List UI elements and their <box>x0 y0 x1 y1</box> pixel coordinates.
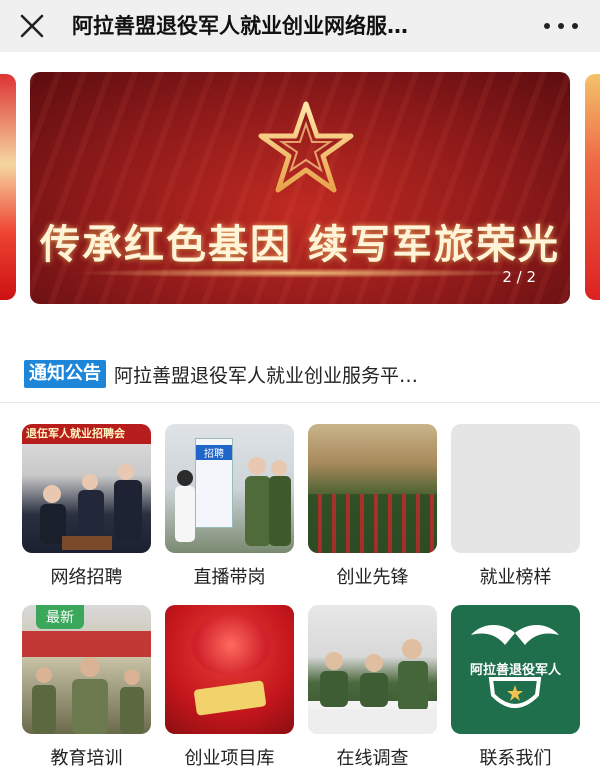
grid-item-label: 直播带岗 <box>193 567 266 588</box>
page-title: 阿拉善盟退役军人就业创业网络服… <box>72 14 408 38</box>
banner-slide[interactable]: 传承红色基因 续写军旅荣光 2 / 2 <box>30 72 570 304</box>
top-bar: 阿拉善盟退役军人就业创业网络服… <box>0 0 600 52</box>
banner-glow <box>70 268 530 278</box>
carousel-counter: 2 / 2 <box>502 268 536 286</box>
grid-item-label: 在线调查 <box>336 748 409 769</box>
carousel-next-slide[interactable] <box>585 74 600 300</box>
grid-item-label: 创业先锋 <box>336 567 409 588</box>
education-training-thumbnail[interactable]: 最新 <box>22 605 151 734</box>
people-icon <box>175 457 291 546</box>
new-badge: 最新 <box>36 605 84 629</box>
banner-slogan: 传承红色基因 续写军旅荣光 <box>40 221 560 268</box>
more-dot <box>572 23 578 29</box>
grid-item-label: 就业榜样 <box>479 567 552 588</box>
grid-item-label: 联系我们 <box>479 748 552 769</box>
grid-item-live-hiring[interactable]: 招聘 直播带岗 <box>165 424 294 589</box>
divider <box>0 402 600 403</box>
notice-text[interactable]: 阿拉善盟退役军人就业创业服务平… <box>114 361 534 388</box>
grid-item-label: 创业项目库 <box>184 748 275 769</box>
online-survey-thumbnail[interactable] <box>308 605 437 734</box>
more-dot <box>544 23 550 29</box>
grid-item-education-training[interactable]: 最新 教育培训 <box>22 605 151 770</box>
gold-ornament <box>193 680 267 716</box>
notice-bar[interactable]: 通知公告 阿拉善盟退役军人就业创业服务平… <box>24 358 584 390</box>
entrepreneur-pioneer-thumbnail[interactable] <box>308 424 437 553</box>
more-dot <box>558 23 564 29</box>
notice-badge: 通知公告 <box>24 360 106 388</box>
online-recruitment-thumbnail[interactable]: 退伍军人就业招聘会 <box>22 424 151 553</box>
more-icon[interactable] <box>544 14 578 38</box>
grid-item-online-recruitment[interactable]: 退伍军人就业招聘会 网络招聘 <box>22 424 151 589</box>
employment-role-models-thumbnail[interactable] <box>451 424 580 553</box>
star-icon <box>258 101 354 193</box>
audience-seats <box>308 494 437 553</box>
grid-item-online-survey[interactable]: 在线调查 <box>308 605 437 770</box>
grid-item-startup-project-library[interactable]: 创业项目库 <box>165 605 294 770</box>
live-hiring-thumbnail[interactable]: 招聘 <box>165 424 294 553</box>
grid-item-label: 教育培训 <box>50 748 123 769</box>
contact-us-thumbnail[interactable]: 阿拉善退役军人 <box>451 605 580 734</box>
red-flower <box>191 615 271 675</box>
carousel-prev-slide[interactable] <box>0 74 16 300</box>
logo-text: 阿拉善退役军人 <box>469 663 561 678</box>
banner-carousel[interactable]: 传承红色基因 续写军旅荣光 2 / 2 <box>0 70 600 306</box>
people-icon <box>40 464 142 550</box>
grid-item-employment-role-models[interactable]: 就业榜样 <box>451 424 580 589</box>
soldiers-icon <box>308 639 437 734</box>
close-icon[interactable] <box>16 10 48 42</box>
grid-item-contact-us[interactable]: 阿拉善退役军人 联系我们 <box>451 605 580 770</box>
startup-project-library-thumbnail[interactable] <box>165 605 294 734</box>
grid-item-label: 网络招聘 <box>50 567 123 588</box>
grid-item-entrepreneur-pioneer[interactable]: 创业先锋 <box>308 424 437 589</box>
